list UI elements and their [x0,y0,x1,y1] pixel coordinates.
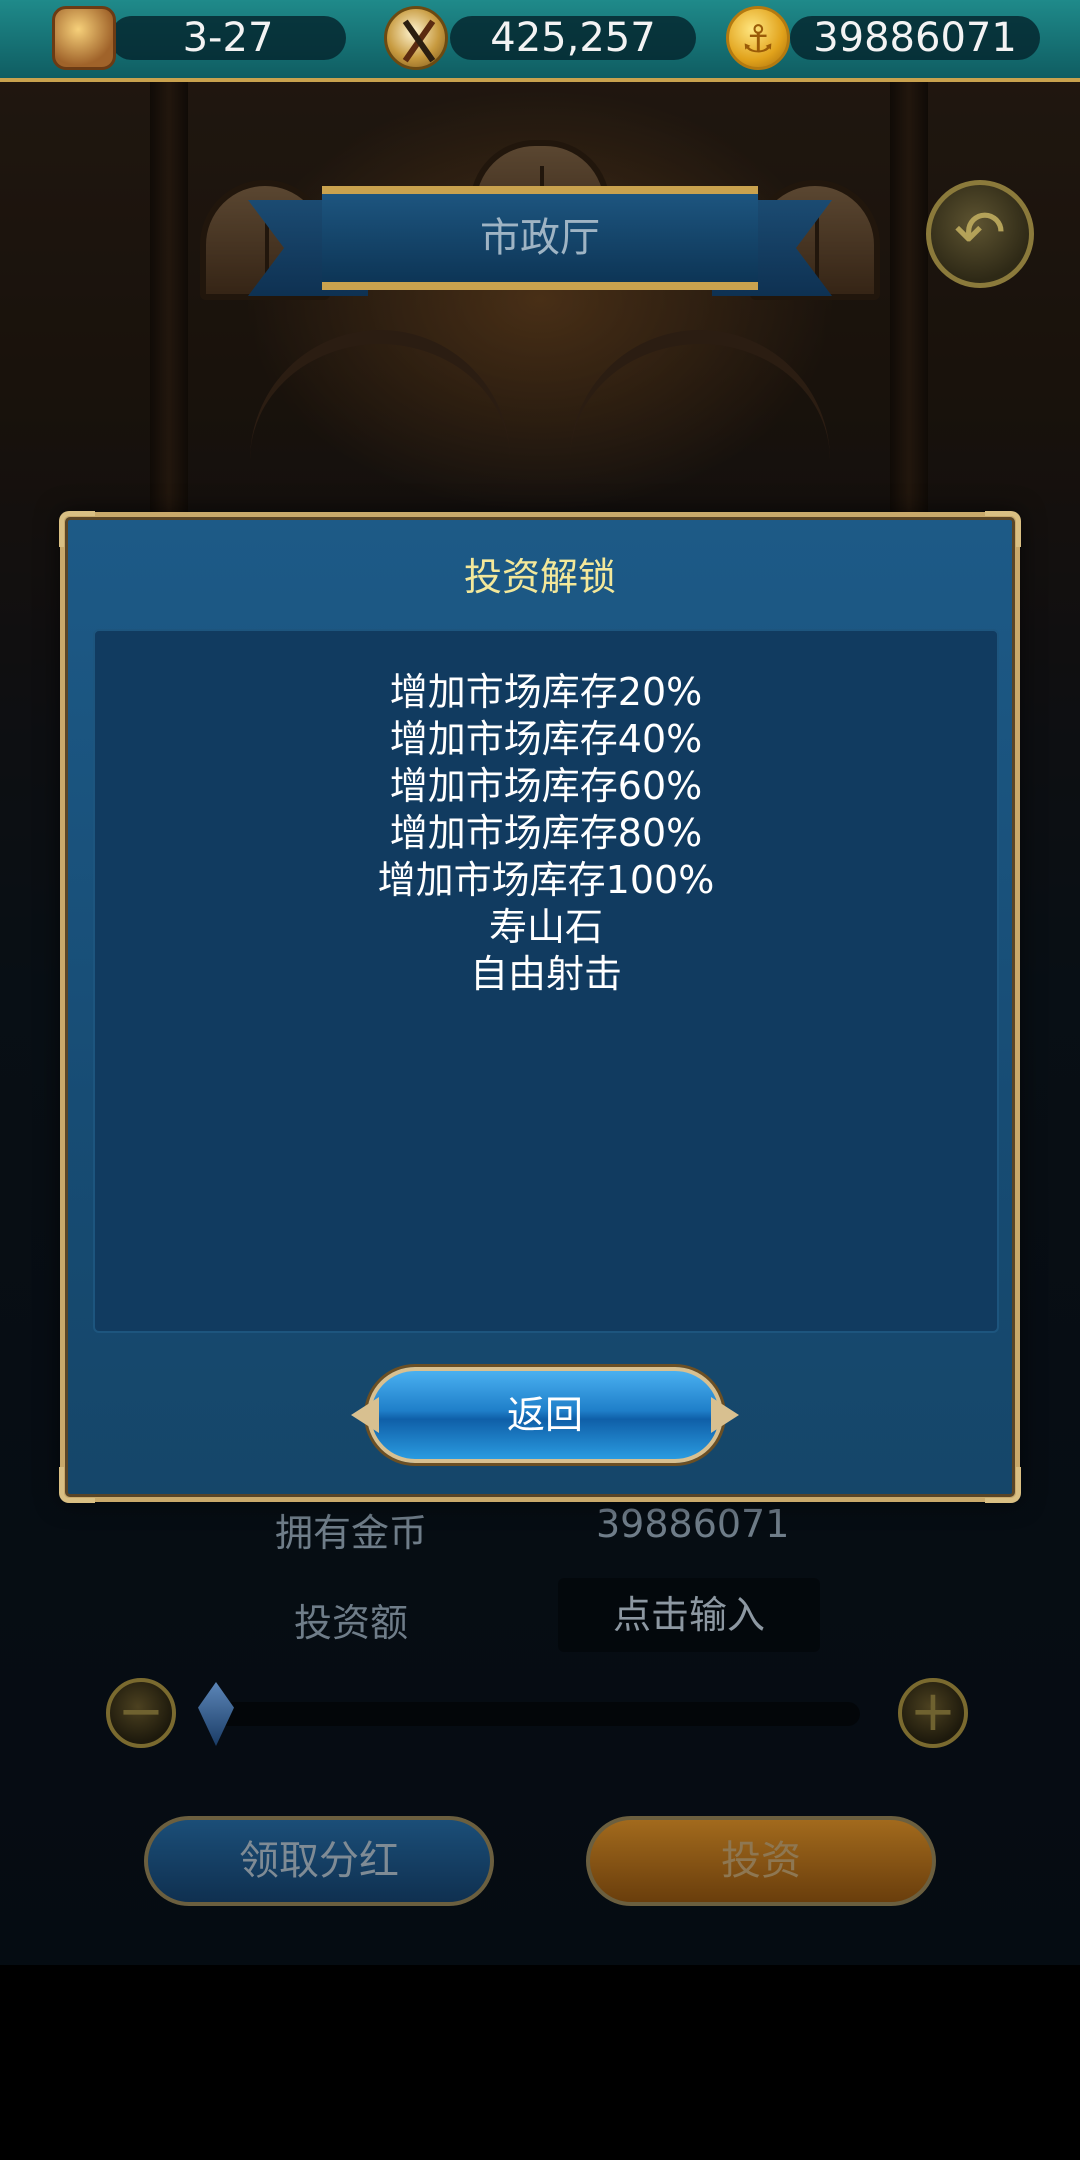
investment-slider[interactable] [210,1702,860,1726]
unlock-list: 增加市场库存20% 增加市场库存40% 增加市场库存60% 增加市场库存80% … [93,629,999,1333]
list-item: 自由射击 [469,952,622,996]
list-item: 增加市场库存60% [389,764,703,808]
frame-corner [985,511,1021,547]
frame-corner [59,511,95,547]
dialog-title: 投资解锁 [463,555,616,599]
list-item: 增加市场库存80% [389,811,703,855]
coin-icon: ⚓ [726,6,790,70]
compass-icon [384,6,448,70]
hourglass-icon [52,6,116,70]
owned-gold-value: 39886071 [596,1502,790,1546]
owned-gold-label: 拥有金币 [275,1511,428,1555]
list-item: 增加市场库存20% [389,670,703,714]
investment-input[interactable]: 点击输入 [558,1578,820,1652]
stage-counter: 3-27 [110,16,346,60]
return-button[interactable]: 返回 [367,1367,723,1463]
list-item: 寿山石 [488,905,603,949]
decrease-button[interactable]: − [106,1678,176,1748]
resource-bar: 3-27 425,257 39886071 ⚓ [0,0,1080,82]
increase-button[interactable]: + [898,1678,968,1748]
list-item: 增加市场库存40% [389,717,703,761]
invest-button[interactable]: 投资 [586,1816,936,1906]
back-arrow-icon[interactable]: ↶ [926,180,1034,288]
page-title: 市政厅 [322,186,758,290]
bottom-letterbox [0,1965,1080,2160]
compass-counter: 425,257 [450,16,696,60]
claim-dividend-button[interactable]: 领取分红 [144,1816,494,1906]
list-item: 增加市场库存100% [377,858,715,902]
unlock-dialog: 投资解锁 增加市场库存20% 增加市场库存40% 增加市场库存60% 增加市场库… [59,511,1021,1503]
investment-label: 投资额 [294,1601,409,1645]
gold-counter: 39886071 [790,16,1040,60]
frame-corner [59,1467,95,1503]
frame-corner [985,1467,1021,1503]
